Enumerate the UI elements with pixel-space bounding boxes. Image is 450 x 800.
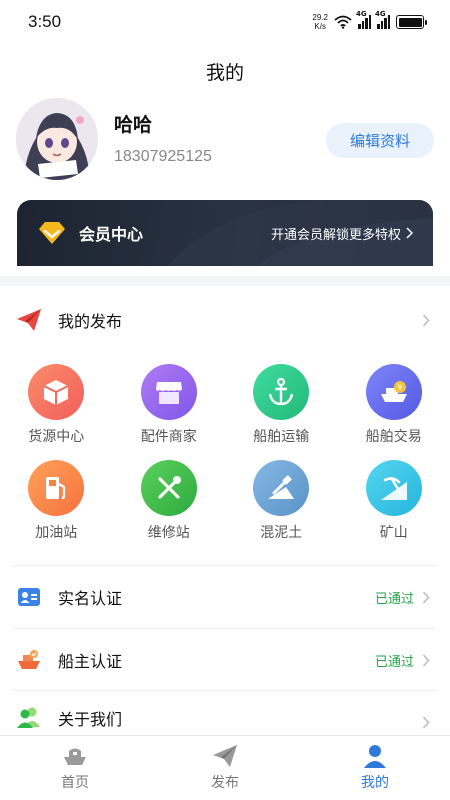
- ship-trade-icon: ¥: [365, 364, 422, 420]
- people-icon: [16, 704, 42, 730]
- status-icons: 29.2 K/s 4G 4G: [312, 10, 427, 31]
- chevron-right-icon: [418, 714, 434, 730]
- battery-icon: [396, 15, 427, 29]
- avatar[interactable]: [16, 98, 98, 180]
- anchor-icon: [253, 364, 310, 420]
- user-phone: 18307925125: [114, 148, 212, 165]
- edit-profile-button[interactable]: 编辑资料: [326, 123, 434, 158]
- tools-icon: [140, 460, 197, 516]
- service-repair-station[interactable]: 维修站: [113, 460, 226, 542]
- network-speed: 29.2 K/s: [312, 13, 328, 31]
- chevron-right-icon: [418, 652, 434, 668]
- status-time: 3:50: [28, 12, 62, 31]
- chevron-right-icon: [418, 589, 434, 605]
- service-ship-trade[interactable]: ¥ 船舶交易: [338, 364, 450, 446]
- bottom-tab-bar: 首页 发布 我的: [0, 735, 450, 800]
- vip-promo-text: 开通会员解锁更多特权: [270, 227, 401, 243]
- paper-plane-icon: [16, 307, 42, 333]
- service-grid: 货源中心 配件商家 船舶运输 ¥ 船舶交易 加油站 维修站 混泥土 矿山: [0, 364, 450, 542]
- tab-home-label: 首页: [61, 775, 89, 791]
- service-ship-transport[interactable]: 船舶运输: [225, 364, 338, 446]
- my-publish-label: 我的发布: [58, 312, 123, 331]
- page-title: 我的: [205, 62, 244, 84]
- diamond-icon: [39, 222, 65, 244]
- my-publish-row[interactable]: 我的发布: [0, 298, 450, 342]
- service-concrete[interactable]: 混泥土: [225, 460, 338, 542]
- tab-home[interactable]: 首页: [0, 736, 150, 800]
- service-cargo-center[interactable]: 货源中心: [0, 364, 113, 446]
- id-card-icon: [16, 584, 42, 610]
- chevron-right-icon: [406, 227, 413, 239]
- user-name: 哈哈: [114, 114, 153, 136]
- service-parts-merchant[interactable]: 配件商家: [113, 364, 226, 446]
- box-icon: [28, 364, 85, 420]
- tab-mine[interactable]: 我的: [300, 736, 450, 800]
- ship-home-icon: [64, 748, 86, 765]
- avatar-illustration: [16, 98, 98, 180]
- ship-owner-verification-row[interactable]: 船主认证 已通过: [0, 629, 450, 691]
- real-name-verification-row[interactable]: 实名认证 已通过: [0, 566, 450, 628]
- vip-title-group: 会员中心: [37, 220, 143, 246]
- about-us-row[interactable]: 关于我们: [0, 690, 450, 736]
- tab-mine-label: 我的: [361, 775, 389, 791]
- chevron-right-icon: [418, 312, 434, 328]
- fuel-pump-icon: [28, 460, 85, 516]
- tab-publish-label: 发布: [211, 775, 239, 791]
- user-icon: [364, 745, 386, 768]
- concrete-icon: [253, 460, 310, 516]
- vip-promo-link[interactable]: 开通会员解锁更多特权: [271, 224, 413, 243]
- svg-text:¥: ¥: [397, 383, 402, 392]
- ship-owner-verification-label: 船主认证: [58, 652, 123, 671]
- ship-owner-icon: [16, 647, 42, 673]
- paper-plane-icon: [213, 745, 237, 767]
- wifi-icon: [334, 15, 352, 29]
- tab-publish[interactable]: 发布: [150, 736, 300, 800]
- real-name-verification-label: 实名认证: [58, 589, 123, 608]
- section-divider: [0, 276, 450, 286]
- service-mine[interactable]: 矿山: [338, 460, 450, 542]
- status-badge: 已通过: [374, 654, 414, 670]
- service-gas-station[interactable]: 加油站: [0, 460, 113, 542]
- cell-signal-icon: 4G: [356, 10, 371, 29]
- cell-signal-icon: 4G: [375, 10, 390, 29]
- status-badge: 已通过: [374, 591, 414, 607]
- status-bar: 3:50 29.2 K/s 4G 4G: [0, 0, 450, 44]
- about-us-label: 关于我们: [58, 710, 123, 729]
- shop-icon: [140, 364, 197, 420]
- vip-title: 会员中心: [79, 225, 144, 244]
- mine-icon: [365, 460, 422, 516]
- vip-center-card[interactable]: 会员中心 开通会员解锁更多特权: [17, 200, 433, 266]
